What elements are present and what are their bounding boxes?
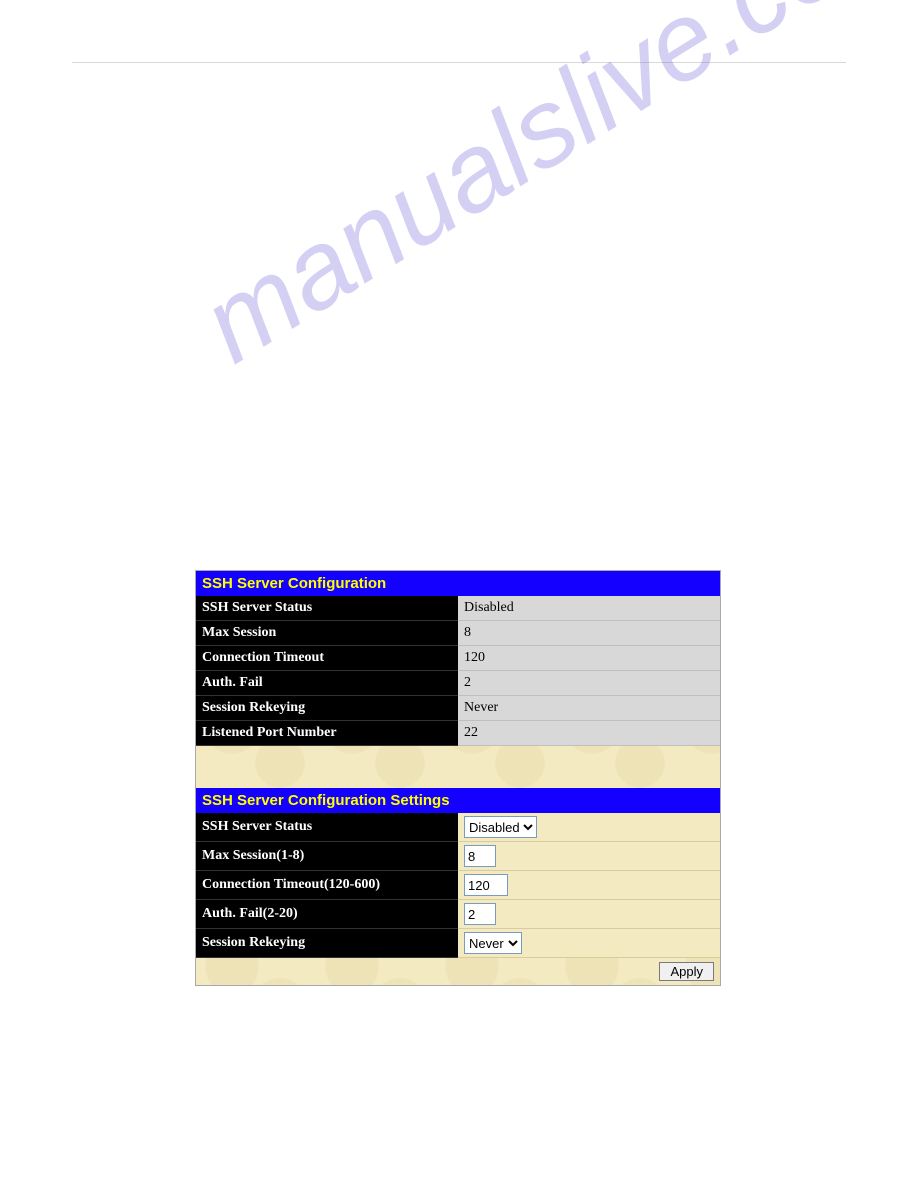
apply-button[interactable]: Apply: [659, 962, 714, 981]
row-label: Max Session: [196, 621, 458, 646]
table-row: SSH Server Status DisabledEnabled: [196, 813, 720, 842]
row-value-input: Never10min30min60min: [458, 929, 720, 958]
row-label: Max Session(1-8): [196, 842, 458, 871]
row-label: Connection Timeout: [196, 646, 458, 671]
row-value: 22: [458, 721, 720, 746]
row-value: 8: [458, 621, 720, 646]
table-row: Connection Timeout 120: [196, 646, 720, 671]
row-label: Listened Port Number: [196, 721, 458, 746]
max-session-input[interactable]: [464, 845, 496, 867]
row-value: Disabled: [458, 596, 720, 621]
table-row: Auth. Fail 2: [196, 671, 720, 696]
row-value: Never: [458, 696, 720, 721]
settings-header-row: SSH Server Configuration Settings: [196, 788, 720, 813]
row-value: 2: [458, 671, 720, 696]
table-row: Max Session 8: [196, 621, 720, 646]
row-value: 120: [458, 646, 720, 671]
row-label: Auth. Fail: [196, 671, 458, 696]
auth-fail-input[interactable]: [464, 903, 496, 925]
row-label: SSH Server Status: [196, 596, 458, 621]
table-row: Max Session(1-8): [196, 842, 720, 871]
row-label: Auth. Fail(2-20): [196, 900, 458, 929]
row-value-input: DisabledEnabled: [458, 813, 720, 842]
apply-row: Apply: [196, 958, 720, 986]
row-value-input: [458, 900, 720, 929]
config-header-row: SSH Server Configuration: [196, 571, 720, 596]
config-header: SSH Server Configuration: [196, 571, 720, 596]
row-value-input: [458, 871, 720, 900]
table-row: Auth. Fail(2-20): [196, 900, 720, 929]
table-row: Session Rekeying Never10min30min60min: [196, 929, 720, 958]
ssh-status-select[interactable]: DisabledEnabled: [464, 816, 537, 838]
row-label: Session Rekeying: [196, 929, 458, 958]
gap-row: [196, 746, 720, 789]
row-label: SSH Server Status: [196, 813, 458, 842]
row-value-input: [458, 842, 720, 871]
row-label: Session Rekeying: [196, 696, 458, 721]
connection-timeout-input[interactable]: [464, 874, 508, 896]
row-label: Connection Timeout(120-600): [196, 871, 458, 900]
table-row: Session Rekeying Never: [196, 696, 720, 721]
watermark-text: manualslive.com: [180, 0, 918, 388]
top-divider: [72, 62, 846, 63]
session-rekeying-select[interactable]: Never10min30min60min: [464, 932, 522, 954]
ssh-config-table: SSH Server Configuration SSH Server Stat…: [196, 571, 720, 985]
settings-header: SSH Server Configuration Settings: [196, 788, 720, 813]
table-row: SSH Server Status Disabled: [196, 596, 720, 621]
ssh-config-panel: SSH Server Configuration SSH Server Stat…: [195, 570, 721, 986]
table-row: Listened Port Number 22: [196, 721, 720, 746]
table-row: Connection Timeout(120-600): [196, 871, 720, 900]
